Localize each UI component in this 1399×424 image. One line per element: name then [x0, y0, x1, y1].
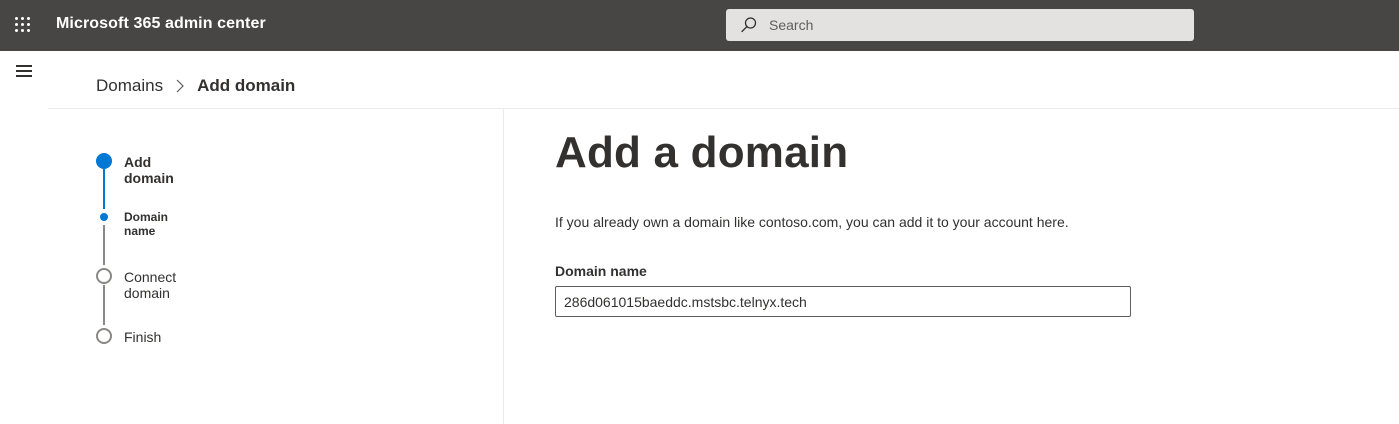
- domain-name-input[interactable]: [555, 286, 1131, 317]
- step-indicator-finish: [96, 328, 112, 344]
- page-title: Add a domain: [555, 128, 849, 177]
- panel-divider: [503, 109, 504, 424]
- domain-name-label: Domain name: [555, 263, 647, 279]
- step-indicator-add-domain: [96, 153, 112, 169]
- breadcrumb-domains-link[interactable]: Domains: [96, 76, 163, 96]
- chevron-right-icon: [176, 79, 184, 93]
- step-label-finish: Finish: [124, 329, 162, 345]
- breadcrumb-current: Add domain: [197, 76, 296, 95]
- search-icon: [741, 17, 757, 33]
- step-connector: [103, 225, 105, 265]
- step-label-domain-name: Domain name: [124, 210, 169, 238]
- step-indicator-connect-domain: [96, 268, 112, 284]
- step-connector: [103, 285, 105, 325]
- step-indicator-domain-name: [100, 213, 108, 221]
- search-box[interactable]: [726, 9, 1194, 41]
- step-label-connect-domain: Connect domain: [124, 269, 177, 301]
- app-launcher-icon[interactable]: [15, 17, 31, 33]
- step-connector: [103, 169, 105, 209]
- app-title[interactable]: Microsoft 365 admin center: [56, 15, 266, 33]
- breadcrumb: Domains Add domain: [96, 76, 295, 96]
- header-divider: [48, 108, 1399, 109]
- top-bar: Microsoft 365 admin center: [0, 0, 1399, 51]
- nav-menu-icon[interactable]: [16, 65, 33, 77]
- search-input[interactable]: [769, 9, 1179, 41]
- step-label-add-domain: Add domain: [124, 154, 174, 186]
- intro-text: If you already own a domain like contoso…: [555, 214, 1069, 230]
